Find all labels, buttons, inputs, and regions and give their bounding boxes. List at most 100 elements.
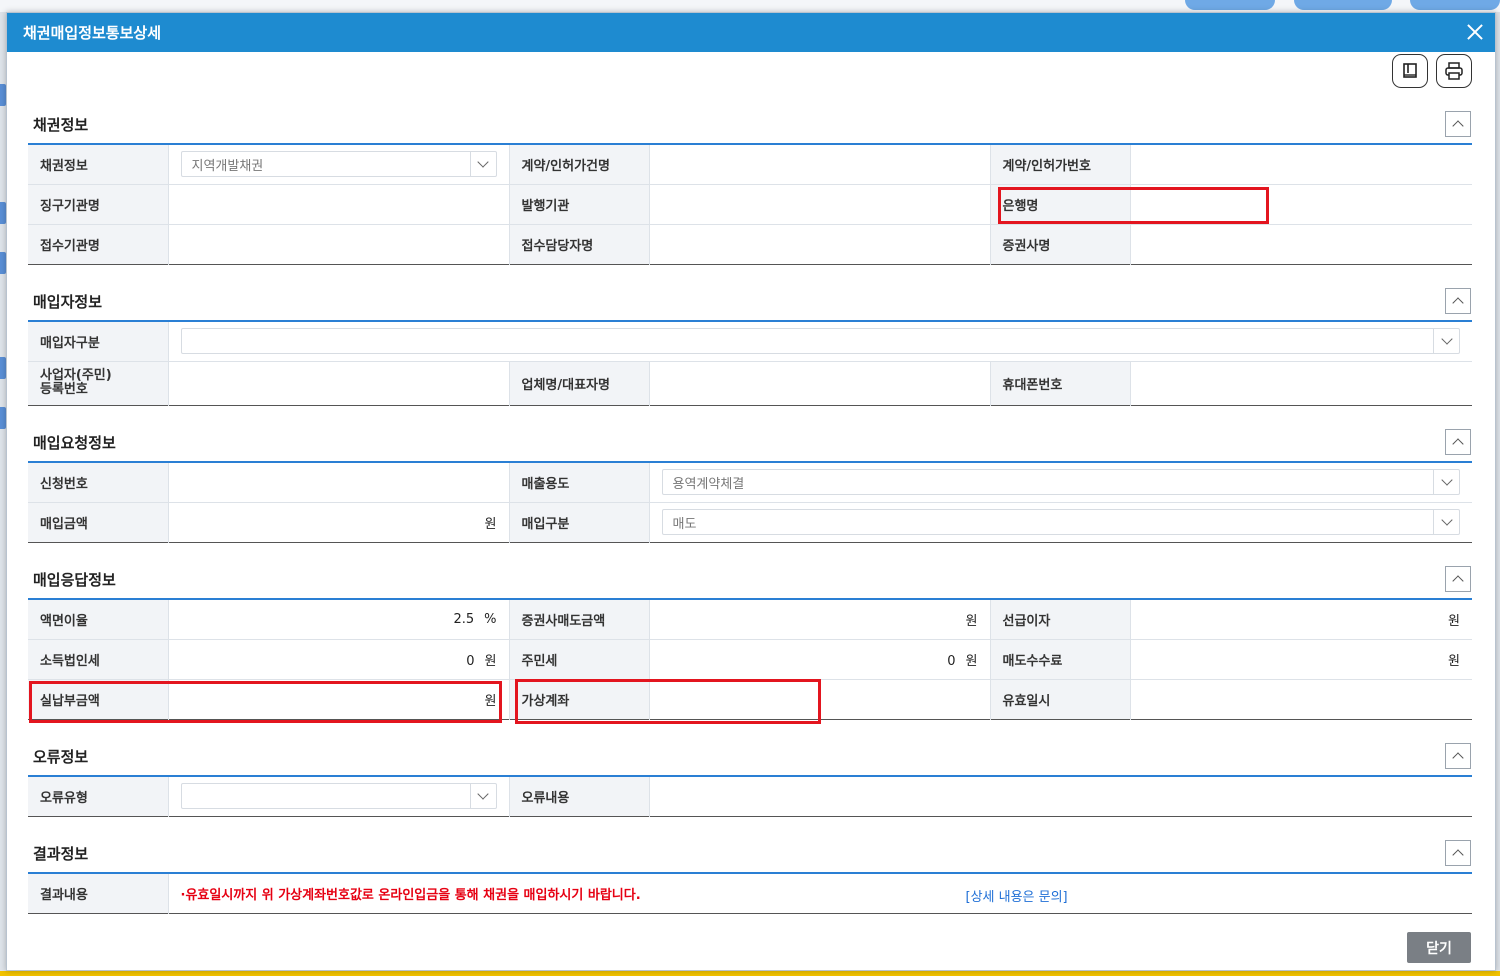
- background-pill: [1185, 0, 1275, 10]
- label-company: 업체명/대표자명: [509, 361, 650, 405]
- chevron-down-icon: [1433, 470, 1459, 495]
- label-reg-no: 사업자(주민) 등록번호: [28, 361, 169, 405]
- collapse-request-button[interactable]: [1445, 429, 1471, 455]
- label-securities: 증권사명: [990, 224, 1131, 264]
- app-no-value: [168, 462, 510, 503]
- chevron-down-icon: [469, 152, 496, 177]
- section-title-error: 오류정보: [33, 748, 89, 766]
- section-title-buyer: 매입자정보: [33, 293, 103, 311]
- reg-no-value: [168, 361, 510, 405]
- chevron-down-icon: [1433, 510, 1459, 534]
- virtual-account-value: [649, 679, 991, 719]
- rate-value: 2.5: [453, 611, 475, 627]
- sell-amount-cell: 원: [649, 599, 991, 640]
- background-app-header: [0, 0, 1500, 12]
- contract-name-value: [649, 144, 991, 185]
- label-valid-until: 유효일시: [990, 679, 1131, 719]
- label-sell-amount: 증권사매도금액: [509, 599, 650, 640]
- printer-icon: [1445, 62, 1463, 80]
- label-rate: 액면이율: [28, 599, 169, 640]
- income-tax-cell: 0원: [168, 639, 510, 680]
- close-icon[interactable]: [1465, 22, 1485, 42]
- collapse-result-button[interactable]: [1445, 840, 1471, 866]
- label-issuer: 발행기관: [509, 184, 650, 225]
- collapse-error-button[interactable]: [1445, 743, 1471, 769]
- won-unit: 원: [965, 613, 978, 629]
- result-message: ·유효일시까지 위 가상계좌번호값로 온라인입금을 통해 채권을 매입하시기 바…: [180, 887, 641, 903]
- rate-cell: 2.5%: [168, 599, 510, 640]
- label-contract-name: 계약/인허가건명: [509, 144, 650, 185]
- section-title-request: 매입요청정보: [33, 434, 116, 452]
- print-button[interactable]: [1436, 54, 1472, 88]
- label-receiver: 접수기관명: [28, 224, 169, 264]
- collector-value: [168, 184, 510, 225]
- result-info-table: 결과내용 ·유효일시까지 위 가상계좌번호값로 온라인입금을 통해 채권을 매입…: [28, 872, 1472, 914]
- buyer-type-select[interactable]: [180, 328, 1460, 355]
- purpose-value: 용역계약체결: [672, 476, 745, 492]
- background-footer-bar: [0, 971, 1500, 976]
- bond-purchase-detail-modal: 채권매입정보통보상세 채권정보 채권정보 지역개발채권 계약/인허가건명 계약/…: [6, 12, 1496, 971]
- section-title-response: 매입응답정보: [33, 571, 116, 589]
- background-pill: [1294, 0, 1392, 10]
- modal-title: 채권매입정보통보상세: [23, 24, 162, 42]
- contract-no-value: [1130, 144, 1472, 185]
- resident-tax-value: 0: [947, 653, 956, 669]
- label-purchase-type: 매입구분: [509, 502, 650, 542]
- bookmark-icon: [1403, 63, 1417, 78]
- label-collector: 징구기관명: [28, 184, 169, 225]
- amount-unit: 원: [484, 516, 497, 532]
- error-type-select[interactable]: [180, 783, 497, 810]
- collapse-response-button[interactable]: [1445, 566, 1471, 592]
- won-unit: 원: [484, 653, 497, 669]
- bank-value: [1130, 184, 1472, 225]
- label-receiver-staff: 접수담당자명: [509, 224, 650, 264]
- label-bond-info: 채권정보: [28, 144, 169, 185]
- label-resident-tax: 주민세: [509, 639, 650, 680]
- mobile-value: [1130, 361, 1472, 405]
- request-info-table: 신청번호 매출용도 용역계약체결 매입금액 원 매입구분 매도: [28, 461, 1472, 543]
- securities-value: [1130, 224, 1472, 264]
- label-result-content: 결과내용: [28, 873, 169, 913]
- collapse-buyer-button[interactable]: [1445, 288, 1471, 314]
- label-sell-fee: 매도수수료: [990, 639, 1131, 680]
- label-contract-no: 계약/인허가번호: [990, 144, 1131, 185]
- purpose-select[interactable]: 용역계약체결: [661, 469, 1460, 496]
- label-amount: 매입금액: [28, 502, 169, 542]
- advance-interest-cell: 원: [1130, 599, 1472, 640]
- won-unit: 원: [965, 653, 978, 669]
- collapse-bond-button[interactable]: [1445, 111, 1471, 137]
- error-content-value: [649, 776, 1472, 816]
- background-pill: [1410, 0, 1500, 10]
- rate-unit: %: [484, 611, 497, 627]
- modal-header: 채권매입정보통보상세: [7, 13, 1495, 52]
- label-bank: 은행명: [990, 184, 1131, 225]
- detail-contact-link[interactable]: [상세 내용은 문의]: [966, 886, 1068, 905]
- net-payment-cell: 원: [168, 679, 510, 719]
- purchase-type-select[interactable]: 매도: [661, 509, 1460, 535]
- purchase-type-value: 매도: [672, 516, 697, 532]
- chevron-down-icon: [469, 784, 496, 809]
- error-info-table: 오류유형 오류내용: [28, 775, 1472, 817]
- label-error-content: 오류내용: [509, 776, 650, 816]
- bond-info-value: 지역개발채권: [191, 158, 264, 174]
- label-income-tax: 소득법인세: [28, 639, 169, 680]
- bookmark-button[interactable]: [1392, 54, 1428, 88]
- label-buyer-type: 매입자구분: [28, 321, 169, 362]
- label-reg-no-line1: 사업자(주민): [40, 368, 112, 383]
- close-button[interactable]: 닫기: [1407, 932, 1471, 963]
- label-mobile: 휴대폰번호: [990, 361, 1131, 405]
- section-title-bond: 채권정보: [33, 116, 89, 134]
- income-tax-value: 0: [466, 653, 475, 669]
- won-unit: 원: [484, 693, 497, 709]
- response-info-table: 액면이율 2.5% 증권사매도금액 원 선급이자 원 소득법인세 0원 주민세 …: [28, 598, 1472, 720]
- issuer-value: [649, 184, 991, 225]
- valid-until-value: [1130, 679, 1472, 719]
- won-unit: 원: [1448, 653, 1460, 669]
- label-net-payment: 실납부금액: [28, 679, 169, 719]
- resident-tax-cell: 0원: [649, 639, 991, 680]
- sell-fee-cell: 원: [1130, 639, 1472, 680]
- bond-info-select[interactable]: 지역개발채권: [180, 151, 497, 178]
- label-error-type: 오류유형: [28, 776, 169, 816]
- label-reg-no-line2: 등록번호: [40, 382, 88, 397]
- bond-info-table: 채권정보 지역개발채권 계약/인허가건명 계약/인허가번호 징구기관명 발행기관…: [28, 143, 1472, 265]
